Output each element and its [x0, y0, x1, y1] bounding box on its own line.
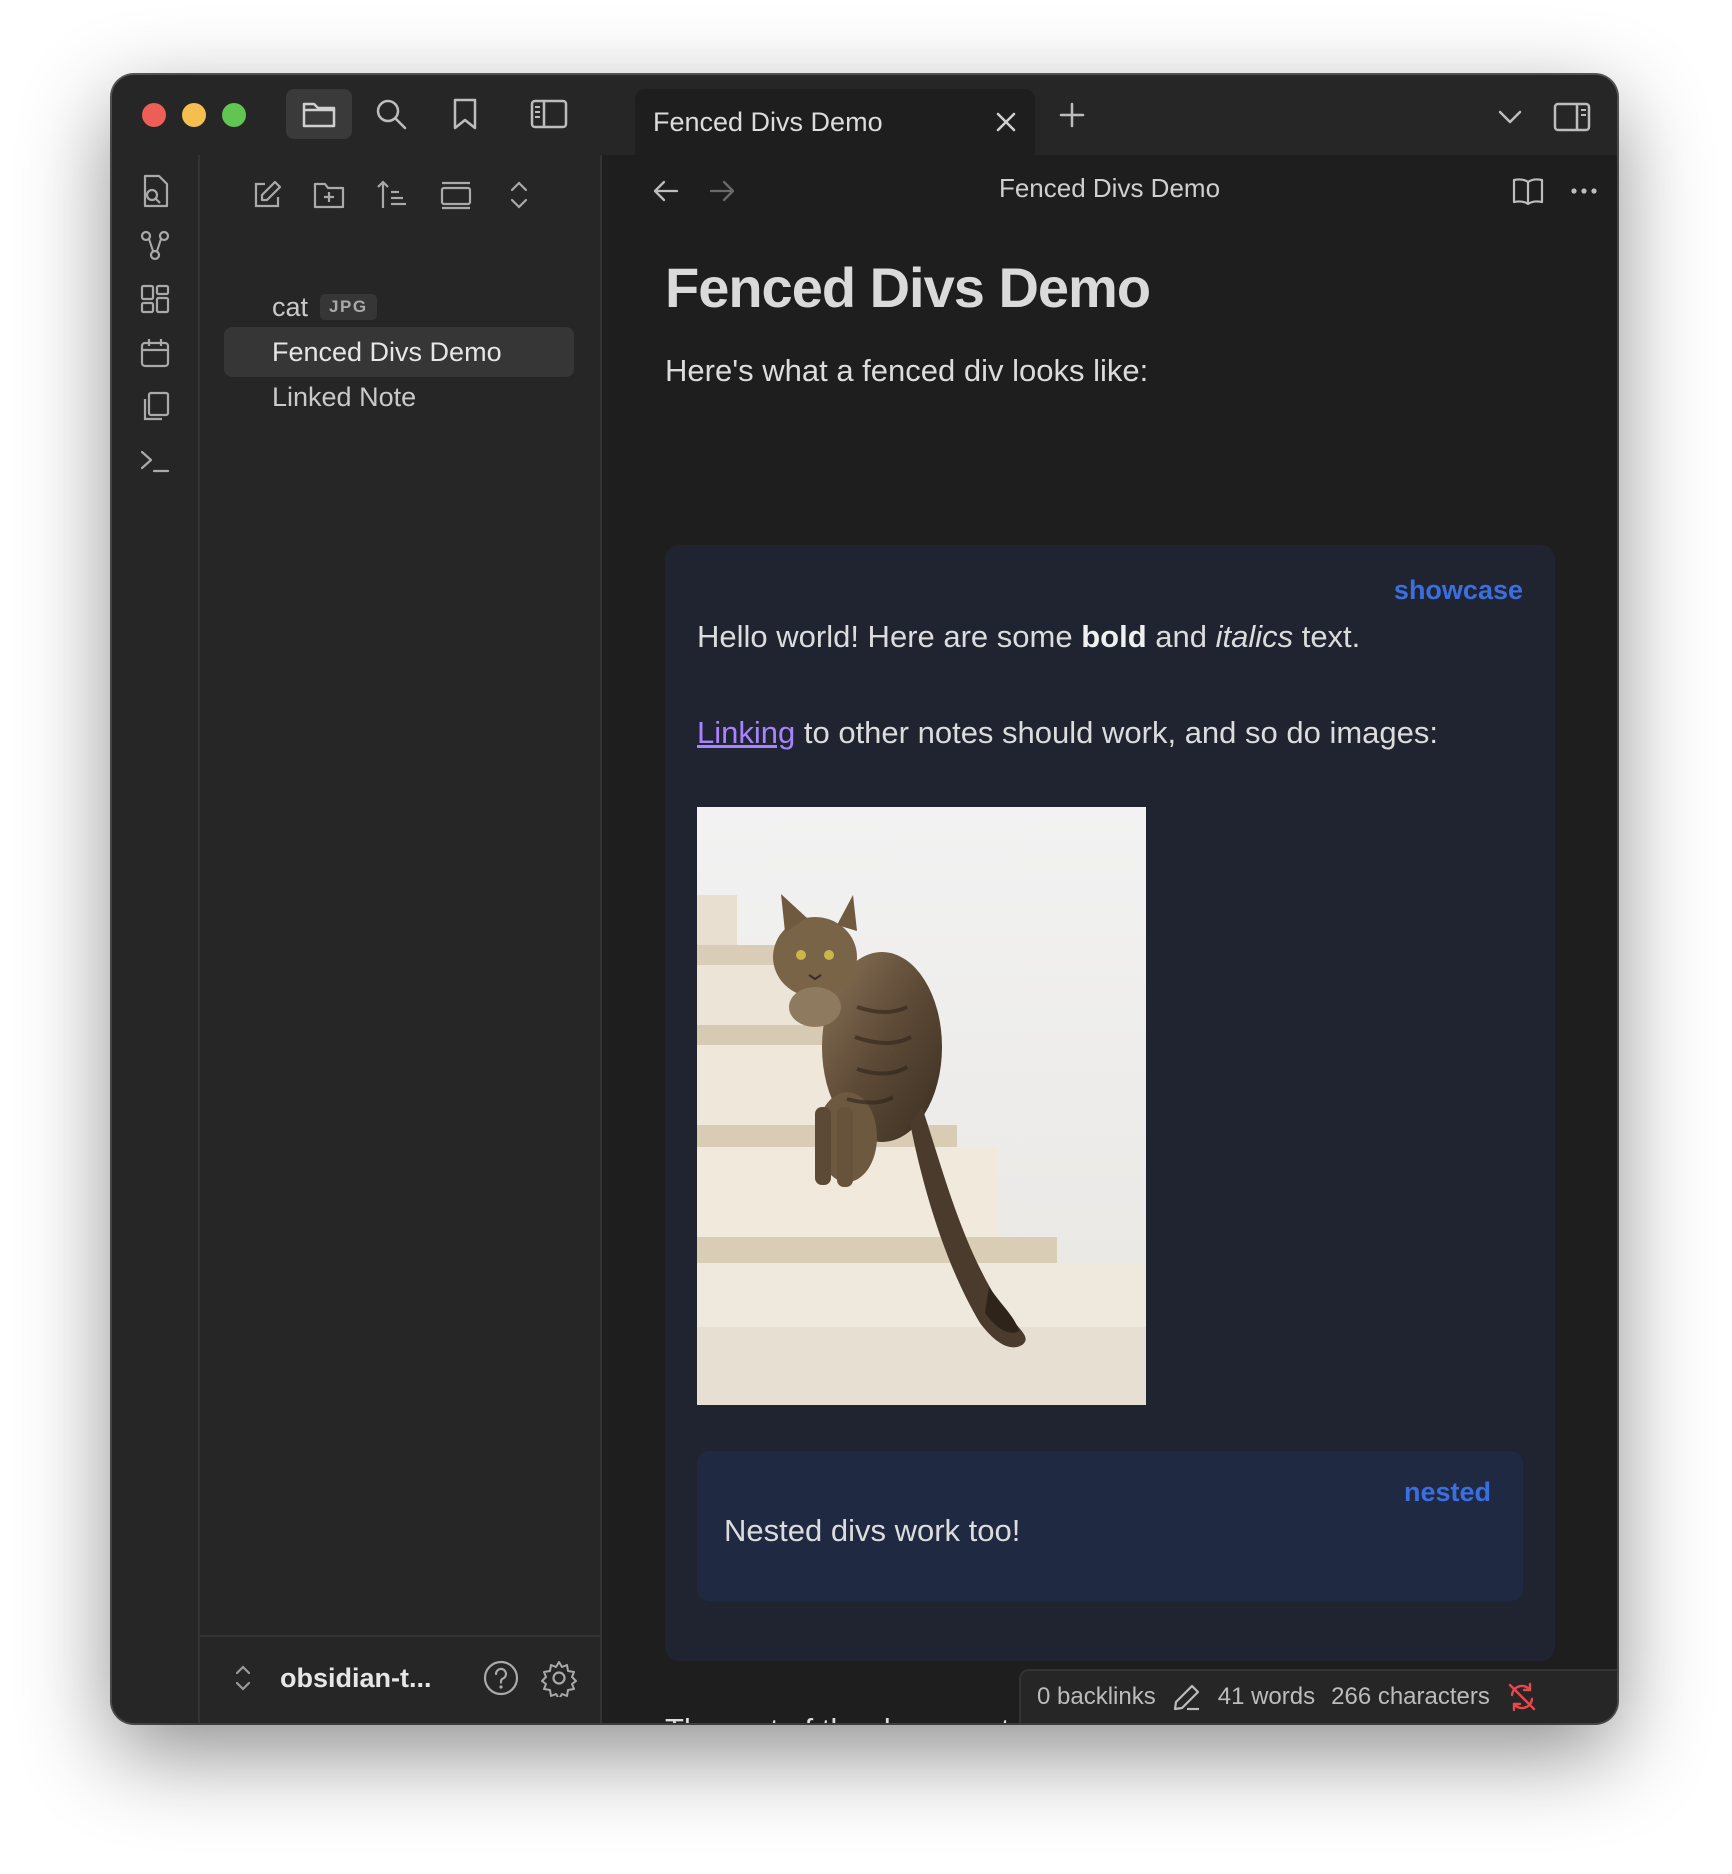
vault-switcher-button[interactable]: [232, 1661, 254, 1695]
showcase-label: showcase: [1393, 575, 1523, 605]
cat-image: [697, 807, 1146, 1405]
calendar-icon: [140, 339, 170, 368]
cat-photo: [697, 807, 1146, 1405]
file-name: cat: [272, 291, 309, 322]
more-options-button[interactable]: [1562, 169, 1606, 213]
nested-fenced-div: nested Nested divs work too!: [697, 1451, 1523, 1601]
outro-paragraph: The rest of the document ...: [665, 1708, 1044, 1723]
sidebar-right-icon: [1553, 102, 1591, 132]
tab-list-dropdown[interactable]: [1488, 95, 1532, 139]
command-palette-button[interactable]: [133, 439, 177, 483]
showcase-fenced-div: showcase Hello world! Here are some bold…: [665, 545, 1555, 1661]
terminal-icon: [140, 450, 170, 473]
bookmark-icon: [453, 98, 477, 130]
chevrons-up-down-icon: [235, 1665, 251, 1691]
tab-title: Fenced Divs Demo: [653, 107, 883, 137]
close-icon: [996, 112, 1016, 132]
search-icon: [376, 99, 407, 130]
text-segment: to other notes should work, and so do im…: [795, 715, 1439, 750]
sync-off-icon: [1508, 1682, 1536, 1712]
word-count: 41 words: [1217, 1683, 1316, 1710]
collapse-view-icon: [440, 181, 472, 210]
help-button[interactable]: [482, 1659, 520, 1697]
tab-fenced-divs-demo[interactable]: Fenced Divs Demo: [635, 89, 1035, 155]
vault-name[interactable]: obsidian-t...: [280, 1663, 432, 1694]
title-bar: Fenced Divs Demo: [112, 75, 1617, 155]
editor-pane: Fenced Divs Demo Fenced Divs Demo Here's…: [602, 155, 1617, 1723]
view-header-title[interactable]: Fenced Divs Demo: [602, 173, 1617, 204]
chevron-down-icon: [1498, 110, 1522, 124]
settings-button[interactable]: [540, 1659, 578, 1697]
auto-reveal-button[interactable]: [432, 171, 480, 219]
file-item-fenced-divs-demo[interactable]: Fenced Divs Demo: [224, 327, 574, 377]
dashboard-icon: [140, 284, 170, 314]
bookmarks-button[interactable]: [432, 89, 498, 139]
file-name: Linked Note: [272, 381, 417, 412]
minimize-window-button[interactable]: [182, 103, 206, 127]
text-segment: text.: [1293, 619, 1361, 654]
tab-close-button[interactable]: [989, 105, 1023, 139]
showcase-text-line: Hello world! Here are some bold and ital…: [697, 615, 1360, 659]
daily-note-button[interactable]: [133, 331, 177, 375]
sort-button[interactable]: [368, 171, 416, 219]
nested-text: Nested divs work too!: [724, 1513, 1021, 1548]
zoom-window-button[interactable]: [222, 103, 246, 127]
plus-icon: [1059, 102, 1085, 128]
chevrons-up-down-icon: [510, 181, 528, 209]
search-button[interactable]: [358, 89, 424, 139]
toggle-right-sidebar-button[interactable]: [1550, 95, 1594, 139]
book-open-icon: [1512, 178, 1544, 206]
gear-icon: [541, 1661, 577, 1697]
sort-icon: [377, 180, 406, 208]
new-note-button[interactable]: [243, 171, 291, 219]
collapse-all-button[interactable]: [495, 171, 543, 219]
character-count: 266 characters: [1331, 1683, 1490, 1710]
more-horizontal-icon: [1571, 188, 1597, 194]
vault-footer: obsidian-t...: [200, 1635, 600, 1723]
folder-plus-icon: [313, 182, 345, 209]
backlinks-count[interactable]: 0 backlinks: [1037, 1683, 1156, 1711]
file-search-icon: [143, 174, 169, 208]
internal-link[interactable]: Linking: [697, 715, 795, 750]
close-window-button[interactable]: [142, 103, 166, 127]
pencil-icon: [1173, 1684, 1199, 1711]
status-bar: 0 backlinks 41 words 266 characters: [1019, 1669, 1617, 1723]
reading-view-button[interactable]: [1506, 169, 1550, 213]
intro-paragraph: Here's what a fenced div looks like:: [665, 353, 1149, 388]
copy-icon: [143, 391, 170, 421]
file-item-linked-note[interactable]: Linked Note: [224, 372, 574, 422]
new-folder-button[interactable]: [305, 171, 353, 219]
sidebar-left-icon: [530, 99, 568, 129]
left-ribbon: [112, 155, 200, 1723]
canvas-button[interactable]: [133, 277, 177, 321]
sync-status-button[interactable]: [1506, 1681, 1538, 1713]
templates-button[interactable]: [133, 385, 177, 429]
app-window: Fenced Divs Demo cat JPG Fenced Divs Dem…: [112, 75, 1617, 1723]
edit-icon: [254, 180, 282, 208]
new-tab-button[interactable]: [1052, 95, 1092, 135]
file-explorer-toggle[interactable]: [286, 89, 352, 139]
file-explorer: cat JPG Fenced Divs Demo Linked Note obs…: [200, 155, 602, 1723]
file-item-cat[interactable]: cat JPG: [224, 282, 574, 332]
editing-mode-toggle[interactable]: [1172, 1682, 1202, 1712]
folder-icon: [302, 102, 336, 128]
linking-paragraph: Linking to other notes should work, and …: [697, 711, 1438, 755]
italic-text: italics: [1215, 619, 1294, 654]
nested-label: nested: [1403, 1477, 1491, 1507]
text-segment: Hello world! Here are some: [697, 619, 1082, 654]
help-icon: [483, 1660, 519, 1696]
file-extension-badge: JPG: [320, 294, 377, 320]
document-content: Fenced Divs Demo Here's what a fenced di…: [665, 255, 1555, 1723]
graph-icon: [140, 230, 170, 261]
document-title: Fenced Divs Demo: [665, 256, 1151, 319]
bold-text: bold: [1081, 619, 1147, 654]
toggle-left-sidebar-button[interactable]: [516, 89, 582, 139]
graph-view-button[interactable]: [133, 223, 177, 267]
quick-switcher-button[interactable]: [133, 169, 177, 213]
file-name: Fenced Divs Demo: [272, 336, 502, 367]
text-segment: and: [1146, 619, 1216, 654]
